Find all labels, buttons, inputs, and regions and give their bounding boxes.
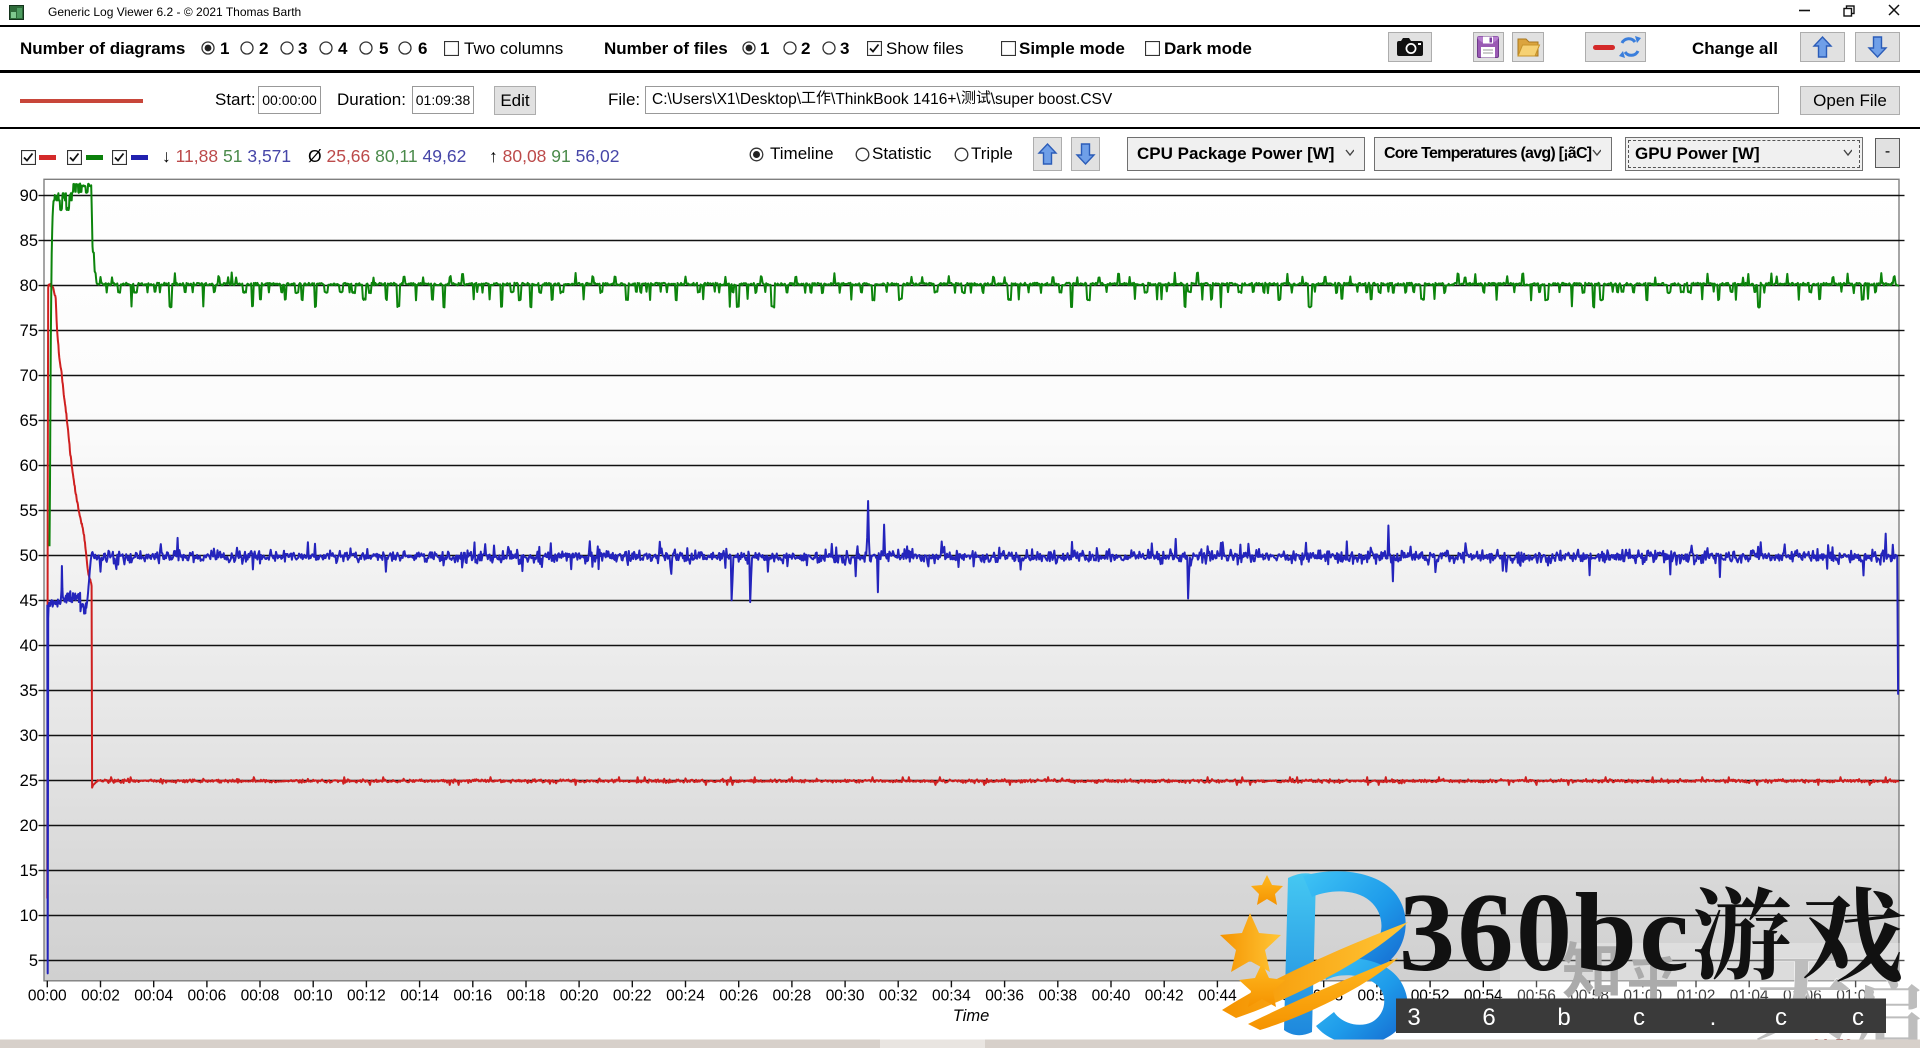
svg-text:00:00: 00:00 [28,988,67,1005]
svg-text:00:18: 00:18 [507,988,546,1005]
svg-text:40: 40 [20,637,38,655]
svg-text:00:30: 00:30 [826,988,865,1005]
svg-text:30: 30 [20,727,38,745]
svg-text:70: 70 [20,367,38,385]
svg-text:00:02: 00:02 [81,988,120,1005]
svg-text:5: 5 [29,952,38,970]
svg-text:3: 3 [1407,1004,1420,1031]
svg-text:75: 75 [20,322,38,340]
svg-text:00:14: 00:14 [400,988,439,1005]
svg-text:00:20: 00:20 [560,988,599,1005]
svg-text:10: 10 [20,907,38,925]
svg-text:50: 50 [20,547,38,565]
svg-text:80: 80 [20,277,38,295]
svg-text:15: 15 [20,862,38,880]
svg-text:45: 45 [20,592,38,610]
svg-text:00:22: 00:22 [613,988,652,1005]
svg-text:00:08: 00:08 [241,988,280,1005]
svg-text:c: c [1775,1004,1787,1031]
svg-text:c: c [1852,1004,1864,1031]
svg-text:00:36: 00:36 [985,988,1024,1005]
svg-text:b: b [1557,1004,1570,1031]
svg-text:00:06: 00:06 [188,988,227,1005]
svg-text:90: 90 [20,187,38,205]
svg-text:.: . [1710,1004,1717,1031]
svg-text:35: 35 [20,682,38,700]
svg-text:55: 55 [20,502,38,520]
svg-text:00:04: 00:04 [134,988,173,1005]
svg-text:c: c [1633,1004,1645,1031]
svg-text:65: 65 [20,412,38,430]
svg-text:00:38: 00:38 [1038,988,1077,1005]
svg-text:00:34: 00:34 [932,988,971,1005]
svg-text:Time: Time [953,1007,990,1025]
svg-text:00:28: 00:28 [773,988,812,1005]
svg-text:00:12: 00:12 [347,988,386,1005]
svg-text:00:24: 00:24 [666,988,705,1005]
svg-text:25: 25 [20,772,38,790]
svg-text:20: 20 [20,817,38,835]
svg-text:00:32: 00:32 [879,988,918,1005]
svg-text:00:40: 00:40 [1092,988,1131,1005]
svg-text:00:16: 00:16 [453,988,492,1005]
svg-text:00:42: 00:42 [1145,988,1184,1005]
svg-text:6: 6 [1482,1004,1495,1031]
svg-text:85: 85 [20,232,38,250]
svg-text:360bc: 360bc [1399,871,1692,995]
svg-text:00:26: 00:26 [719,988,758,1005]
svg-text:00:10: 00:10 [294,988,333,1005]
svg-text:00:44: 00:44 [1198,988,1237,1005]
svg-text:60: 60 [20,457,38,475]
